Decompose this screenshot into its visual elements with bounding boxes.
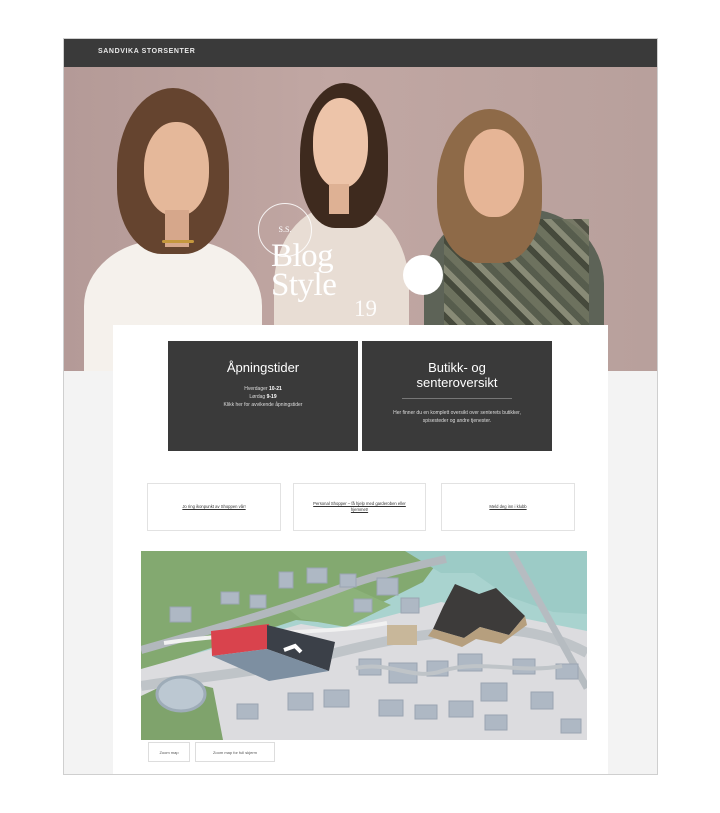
zoom-map-button[interactable]: Zoom map	[148, 742, 190, 762]
brand-logo-link[interactable]: SANDVIKA STORSENTER	[98, 48, 195, 55]
top-navigation-bar: SANDVIKA STORSENTER	[64, 39, 657, 67]
promotion-circle-badge[interactable]	[403, 255, 443, 295]
shop-overview-description: Her finner du en komplett oversikt over …	[393, 410, 521, 424]
shop-overview-card[interactable]: Butikk- og senteroversikt Her finner du …	[362, 341, 552, 451]
blog-style-title: Blog Style	[271, 238, 337, 303]
blog-style-number: 19	[354, 296, 377, 321]
shop-overview-title: Butikk- og senteroversikt	[416, 360, 498, 390]
opening-hours-lines: Hverdager 10-21 Lørdag 9-19 Klikk her fo…	[223, 386, 303, 408]
card-divider	[402, 398, 512, 399]
link-jo-ring[interactable]: Jo ring ikonpunkt av Shoppen vår!	[147, 483, 281, 531]
map-illustration	[141, 551, 587, 740]
opening-hours-title: Åpningstider	[226, 360, 300, 375]
website-page: SANDVIKA STORSENTER S.S. Blog Style 19 Å…	[63, 38, 658, 775]
link-personal-shopper[interactable]: Personal Shopper – få hjelp med garderob…	[293, 483, 426, 531]
link-membership-club[interactable]: Meld deg inn i klubb	[441, 483, 575, 531]
main-content-panel: Åpningstider Hverdager 10-21 Lørdag 9-19…	[113, 325, 608, 774]
opening-hours-card[interactable]: Åpningstider Hverdager 10-21 Lørdag 9-19…	[168, 341, 358, 451]
area-map[interactable]	[141, 551, 587, 740]
zoom-map-full-screen-button[interactable]: Zoom map for full skjerm	[195, 742, 275, 762]
